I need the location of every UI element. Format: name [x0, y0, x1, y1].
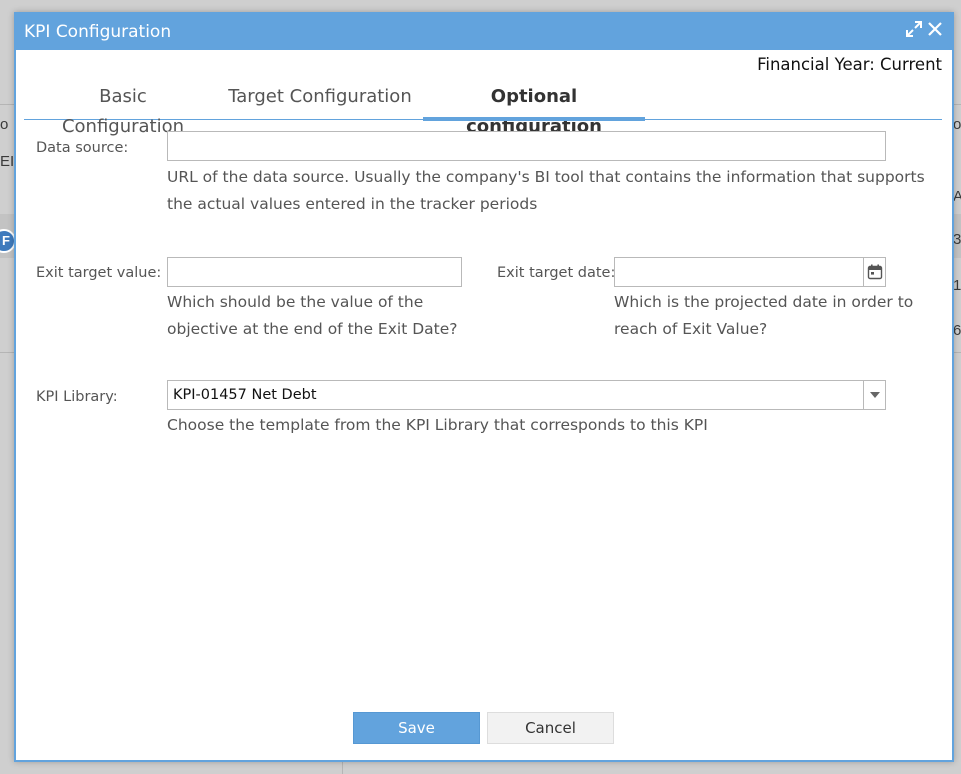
data-source-help-line: URL of the data source. Usually the comp…	[167, 168, 925, 186]
exit-target-date-help-line: reach of Exit Value?	[614, 320, 768, 338]
background-text: o	[953, 116, 961, 133]
exit-target-date-help: Which is the projected date in order to …	[614, 289, 913, 343]
tab-target-configuration[interactable]: Target Configuration	[227, 82, 413, 120]
exit-target-date-field[interactable]	[614, 257, 886, 287]
exit-target-date-label: Exit target date:	[497, 265, 616, 281]
data-source-help: URL of the data source. Usually the comp…	[167, 164, 925, 218]
kpi-library-selected-value: KPI-01457 Net Debt	[173, 387, 317, 403]
background-text: A	[953, 188, 961, 205]
exit-target-value-help-line: Which should be the value of the	[167, 293, 424, 311]
background-text: o	[0, 116, 9, 133]
close-icon[interactable]	[925, 19, 945, 41]
data-source-label: Data source:	[36, 140, 129, 156]
exit-target-value-input[interactable]	[167, 257, 462, 287]
kpi-library-select[interactable]: KPI-01457 Net Debt	[167, 380, 886, 410]
dialog-header[interactable]: KPI Configuration	[16, 14, 952, 50]
data-source-input[interactable]	[167, 131, 886, 161]
tab-optional-configuration[interactable]: Optional configuration	[423, 82, 645, 137]
exit-target-value-help: Which should be the value of the objecti…	[167, 289, 457, 343]
exit-target-date-help-line: Which is the projected date in order to	[614, 293, 914, 311]
financial-year-label: Financial Year: Current	[757, 55, 942, 74]
kpi-library-help: Choose the template from the KPI Library…	[167, 416, 708, 434]
exit-target-value-help-line: objective at the end of the Exit Date?	[167, 320, 458, 338]
calendar-icon[interactable]	[863, 258, 885, 286]
background-text: 6	[953, 322, 961, 339]
background-text: 3:	[953, 231, 961, 248]
exit-target-value-label: Exit target value:	[36, 265, 162, 281]
expand-icon[interactable]	[904, 19, 924, 41]
save-button[interactable]: Save	[353, 712, 480, 744]
background-text: EI	[0, 153, 15, 170]
tab-bar: Basic Configuration Target Configuration…	[24, 82, 942, 137]
caret-down-icon[interactable]	[863, 381, 885, 409]
tab-basic-configuration[interactable]: Basic Configuration	[36, 82, 210, 137]
kpi-configuration-dialog: KPI Configuration Financial Year: Curren…	[14, 12, 954, 762]
kpi-library-label: KPI Library:	[36, 389, 118, 405]
cancel-button[interactable]: Cancel	[487, 712, 614, 744]
data-source-help-line: the actual values entered in the tracker…	[167, 195, 538, 213]
background-text: 1	[953, 277, 961, 294]
dialog-title: KPI Configuration	[24, 22, 172, 42]
